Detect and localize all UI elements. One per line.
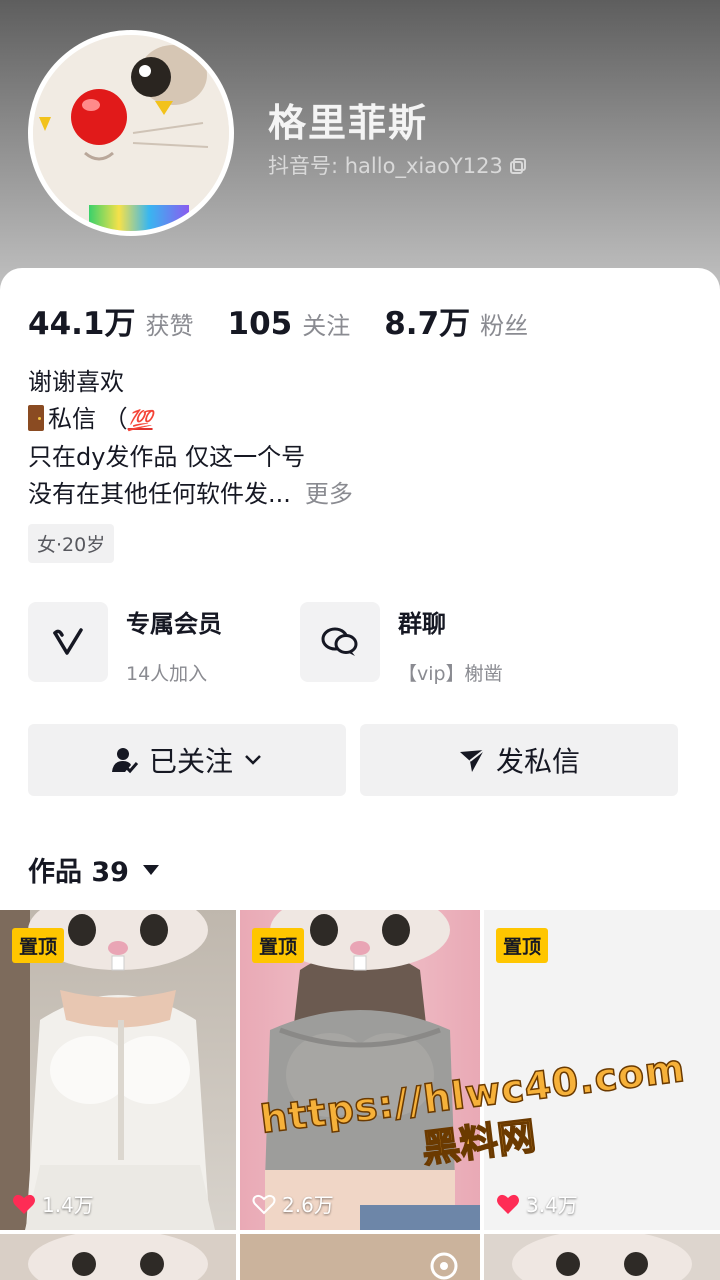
stat-following[interactable]: 105 关注: [228, 306, 351, 342]
work-tile[interactable]: [484, 1234, 720, 1280]
heart-filled-icon: [13, 1194, 35, 1214]
bio-line-2-text: 私信 （: [48, 405, 128, 433]
like-count-text: 2.6万: [282, 1193, 334, 1217]
like-count: 2.6万: [252, 1189, 334, 1218]
send-message-button[interactable]: 发私信: [360, 724, 678, 796]
door-icon: [28, 405, 44, 431]
hundred-points-icon: 💯: [127, 408, 153, 432]
pinned-badge: 置顶: [252, 928, 305, 963]
bio-line-1: 谢谢喜欢: [28, 368, 124, 396]
work-thumbnail: [28, 1234, 208, 1280]
work-thumbnail: [512, 1234, 692, 1280]
stat-likes-label: 获赞: [145, 312, 194, 340]
vip-v-icon: [28, 602, 108, 682]
like-count: 1.4万: [12, 1189, 94, 1218]
vip-subtitle: 14人加入: [126, 663, 208, 685]
work-tile[interactable]: [240, 1234, 480, 1280]
bio-more-link[interactable]: 更多: [305, 480, 353, 508]
douyin-id[interactable]: 抖音号: hallo_xiaoY123: [268, 150, 527, 180]
work-tile[interactable]: 置顶 1.4万: [0, 910, 236, 1230]
bio: 谢谢喜欢 私信 （💯 只在dy发作品 仅这一个号 没有在其他任何软件发... 更多: [28, 364, 353, 513]
group-chat-entry[interactable]: 群聊 【vip】榭凿: [300, 602, 503, 685]
group-chat-subtitle: 【vip】榭凿: [398, 663, 503, 685]
profile-header: 格里菲斯 抖音号: hallo_xiaoY123: [0, 0, 720, 300]
works-tab-label: 作品 39: [28, 857, 129, 888]
heart-outline-icon: [252, 1194, 276, 1214]
avatar[interactable]: [28, 30, 234, 236]
avatar-image: [33, 35, 229, 231]
stat-likes[interactable]: 44.1万 获赞: [28, 298, 194, 343]
chevron-down-icon: [245, 755, 261, 765]
bio-line-4: 没有在其他任何软件发... 更多: [28, 476, 353, 513]
douyin-id-text: 抖音号: hallo_xiaoY123: [268, 154, 503, 178]
bio-line-3: 只在dy发作品 仅这一个号: [28, 443, 306, 471]
stat-followers-label: 粉丝: [480, 312, 529, 340]
stat-following-label: 关注: [302, 312, 351, 340]
group-chat-title: 群聊: [398, 610, 446, 638]
like-count-text: 3.4万: [526, 1193, 578, 1217]
work-thumbnail: [430, 1252, 458, 1280]
caret-down-icon: [142, 864, 159, 875]
paper-plane-icon: [459, 749, 485, 772]
stats-row: 44.1万 获赞 105 关注 8.7万 粉丝: [28, 298, 562, 343]
stat-following-value: 105: [227, 306, 293, 342]
like-count: 3.4万: [496, 1189, 578, 1218]
pinned-badge: 置顶: [12, 928, 65, 963]
stat-likes-value: 44.1万: [28, 306, 136, 342]
bio-line-2: 私信 （💯: [28, 401, 353, 439]
copy-icon[interactable]: [509, 156, 527, 174]
like-count-text: 1.4万: [42, 1193, 94, 1217]
vip-membership-entry[interactable]: 专属会员 14人加入: [28, 602, 222, 685]
stat-followers[interactable]: 8.7万 粉丝: [384, 298, 528, 343]
user-check-icon: [111, 748, 139, 774]
work-tile[interactable]: [0, 1234, 236, 1280]
gender-age-tag: 女·20岁: [28, 524, 115, 563]
nickname: 格里菲斯: [268, 101, 429, 145]
followed-label: 已关注: [148, 745, 233, 778]
vip-title: 专属会员: [126, 610, 222, 638]
followed-button[interactable]: 已关注: [28, 724, 346, 796]
pinned-badge: 置顶: [496, 928, 549, 963]
works-tab[interactable]: 作品 39: [28, 850, 159, 889]
bio-line-4-text: 没有在其他任何软件发...: [28, 480, 291, 508]
chat-bubbles-icon: [300, 602, 380, 682]
stat-followers-value: 8.7万: [384, 306, 471, 342]
send-message-label: 发私信: [495, 745, 580, 778]
heart-filled-icon: [497, 1194, 519, 1214]
